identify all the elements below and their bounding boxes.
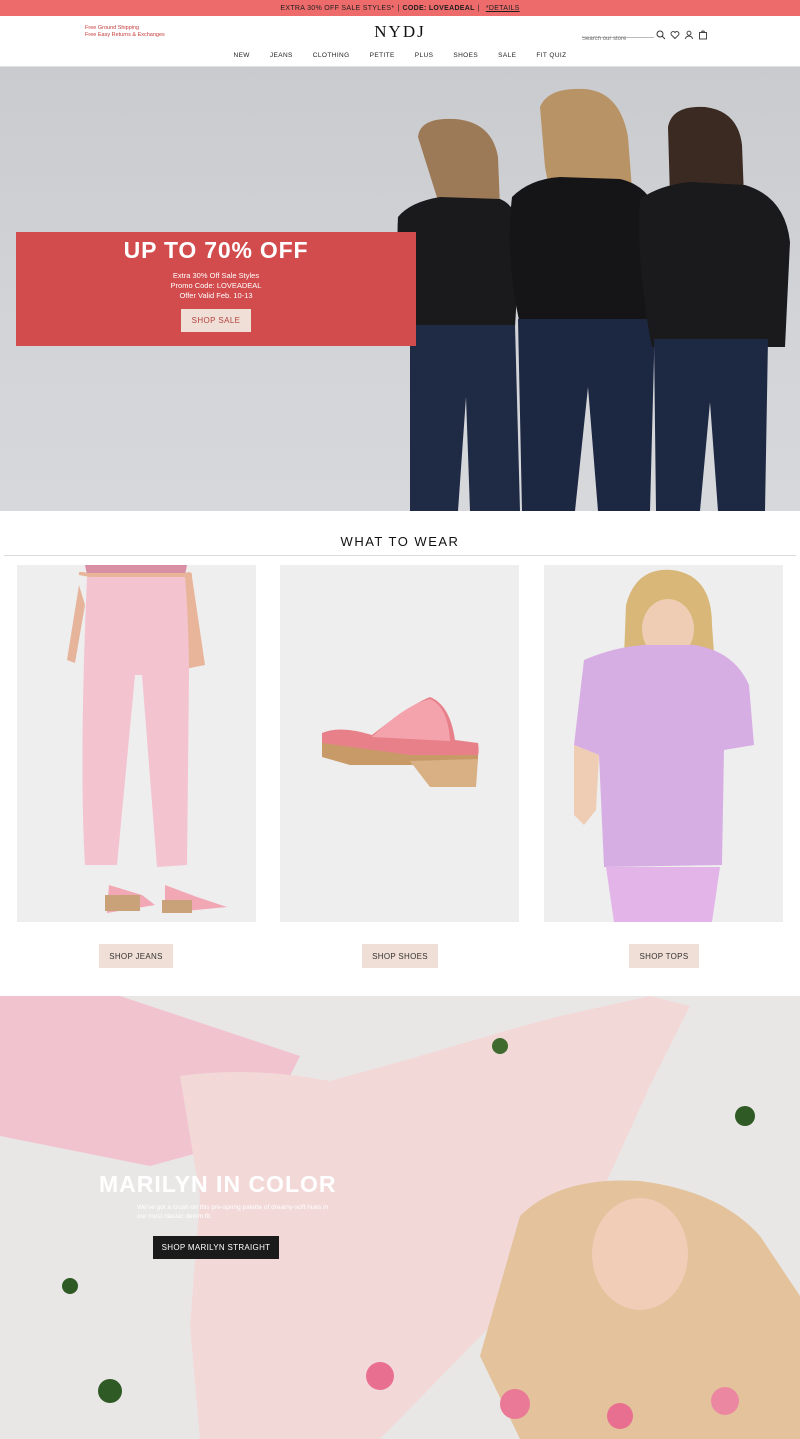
header-icons — [656, 27, 708, 40]
section-divider — [4, 555, 796, 556]
site-header: Free Ground Shipping Free Easy Returns &… — [0, 16, 800, 67]
nav-petite[interactable]: PETITE — [360, 52, 405, 59]
tops-card[interactable] — [544, 565, 783, 922]
search-field[interactable] — [582, 27, 654, 44]
hero-line-3: Offer Valid Feb. 10-13 — [179, 291, 253, 300]
search-icon[interactable] — [656, 27, 666, 40]
cart-icon[interactable] — [698, 27, 708, 40]
promo-bar: EXTRA 30% OFF SALE STYLES* | CODE: LOVEA… — [0, 0, 800, 16]
jeans-card[interactable] — [17, 565, 256, 922]
main-nav: NEW JEANS CLOTHING PETITE PLUS SHOES SAL… — [0, 52, 800, 59]
hero-line-2: Promo Code: LOVEADEAL — [170, 281, 262, 290]
shop-jeans-button[interactable]: SHOP JEANS — [99, 944, 173, 968]
shop-sale-button[interactable]: SHOP SALE — [180, 309, 252, 332]
feature-headline: MARILYN IN COLOR — [99, 1171, 337, 1197]
hero-banner[interactable]: UP TO 70% OFF Extra 30% Off Sale Styles … — [0, 67, 800, 511]
shop-shoes-button[interactable]: SHOP SHOES — [362, 944, 438, 968]
nav-plus[interactable]: PLUS — [405, 52, 444, 59]
account-icon[interactable] — [684, 27, 694, 40]
shoes-product-image — [322, 697, 479, 787]
tops-product-image — [574, 569, 754, 922]
heart-icon[interactable] — [670, 27, 680, 40]
search-input[interactable] — [582, 34, 654, 44]
feature-subtext: We've got a crush on this pre-spring pal… — [137, 1204, 329, 1220]
feature-banner[interactable]: MARILYN IN COLOR We've got a crush on th… — [0, 996, 800, 1439]
nav-jeans[interactable]: JEANS — [260, 52, 303, 59]
nav-clothing[interactable]: CLOTHING — [303, 52, 360, 59]
promo-details-link[interactable]: *DETAILS — [486, 5, 520, 12]
promo-code: CODE: LOVEADEAL — [402, 4, 475, 12]
feature-model-image — [0, 996, 800, 1439]
promo-separator-2: | — [477, 4, 480, 12]
shop-marilyn-straight-button[interactable]: SHOP MARILYN STRAIGHT — [153, 1236, 279, 1259]
promo-separator: | — [397, 4, 400, 12]
shoes-card[interactable] — [280, 565, 519, 922]
nav-shoes[interactable]: SHOES — [443, 52, 488, 59]
hero-headline: UP TO 70% OFF — [123, 237, 309, 263]
jeans-product-image — [67, 565, 227, 913]
hero-promo-box: UP TO 70% OFF Extra 30% Off Sale Styles … — [16, 232, 416, 346]
hero-details: Extra 30% Off Sale Styles Promo Code: LO… — [16, 271, 416, 301]
nav-new[interactable]: NEW — [223, 52, 259, 59]
hero-line-1: Extra 30% Off Sale Styles — [172, 271, 260, 280]
nav-fit-quiz[interactable]: FIT QUIZ — [526, 52, 576, 59]
section-title: WHAT TO WEAR — [340, 534, 460, 549]
shop-tops-button[interactable]: SHOP TOPS — [629, 944, 699, 968]
promo-text: EXTRA 30% OFF SALE STYLES* — [280, 4, 395, 12]
nav-sale[interactable]: SALE — [488, 52, 526, 59]
